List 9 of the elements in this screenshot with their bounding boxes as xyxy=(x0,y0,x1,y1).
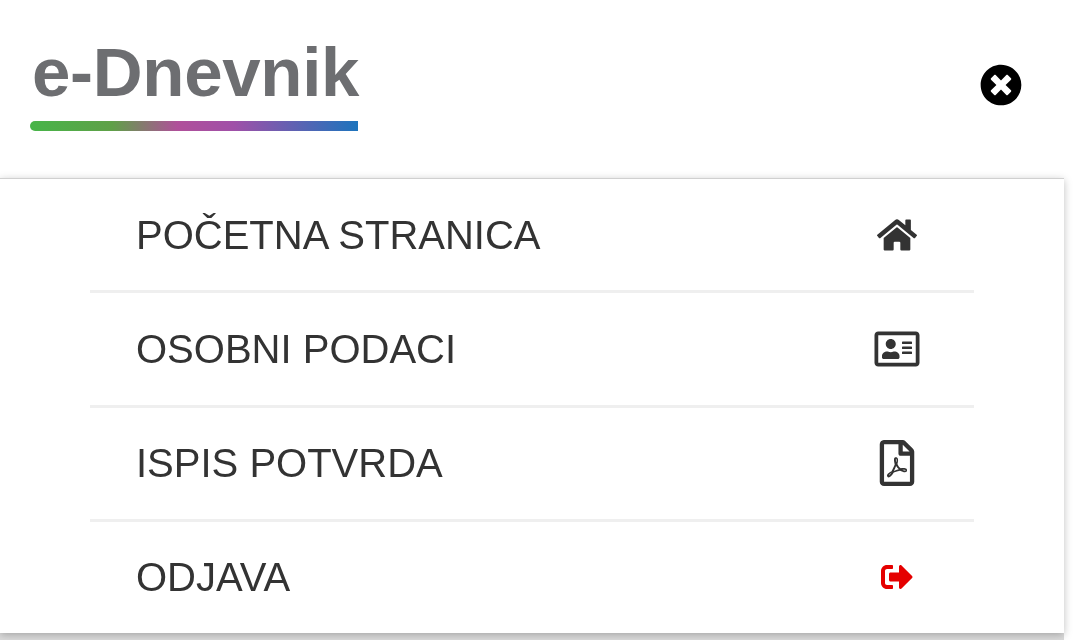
home-icon xyxy=(877,216,917,253)
menu-item[interactable]: ISPIS POTVRDA xyxy=(90,407,974,519)
logo-text: e-Dnevnik xyxy=(32,34,360,112)
pdf-file-icon xyxy=(877,440,917,487)
menu-item[interactable]: ODJAVA xyxy=(90,521,974,633)
menu-item[interactable]: OSOBNI PODACI xyxy=(90,293,974,405)
close-button[interactable] xyxy=(980,64,1022,106)
close-icon xyxy=(980,64,1022,106)
menu-item[interactable]: POČETNA STRANICA xyxy=(90,179,974,291)
